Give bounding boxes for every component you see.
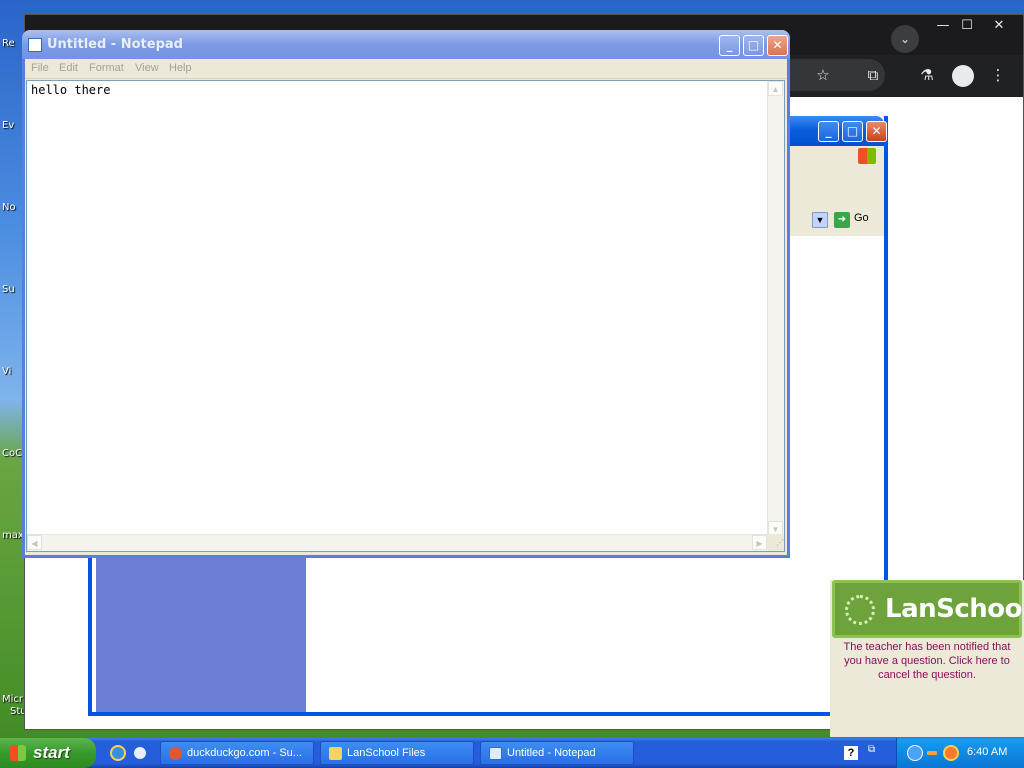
ie-maximize-icon[interactable]: □ bbox=[842, 121, 863, 142]
tab-search-icon[interactable]: ⌄ bbox=[891, 25, 919, 53]
desktop-icon-label[interactable]: Su bbox=[2, 284, 24, 295]
taskbar-item-label: Untitled - Notepad bbox=[507, 747, 596, 759]
profile-avatar-icon[interactable] bbox=[952, 65, 974, 87]
desktop-icon-label[interactable]: Ev bbox=[2, 120, 24, 131]
chrome-close-icon[interactable]: ✕ bbox=[983, 15, 1015, 39]
taskbar: start duckduckgo.com - Su... LanSchool F… bbox=[0, 738, 1024, 768]
lanschool-notification[interactable]: LanSchool The teacher has been notified … bbox=[830, 580, 1024, 737]
desktop-icon-label[interactable]: Vi bbox=[2, 366, 24, 377]
scroll-left-icon[interactable]: ◀ bbox=[27, 535, 42, 550]
clock[interactable]: 6:40 AM bbox=[967, 746, 1007, 758]
notepad-app-icon[interactable] bbox=[28, 38, 42, 52]
notepad-close-icon[interactable]: ✕ bbox=[767, 35, 788, 56]
desktop-icon-label[interactable]: No bbox=[2, 202, 24, 213]
ie-minimize-icon[interactable]: _ bbox=[818, 121, 839, 142]
folder-icon bbox=[329, 747, 342, 760]
notepad-title: Untitled - Notepad bbox=[47, 37, 183, 52]
taskbar-item-label: duckduckgo.com - Su... bbox=[187, 747, 302, 759]
windows-logo-icon bbox=[10, 745, 26, 761]
notepad-title-bar[interactable]: Untitled - Notepad bbox=[22, 30, 790, 59]
menu-format[interactable]: Format bbox=[89, 62, 124, 74]
lanschool-message[interactable]: The teacher has been notified that you h… bbox=[838, 640, 1016, 682]
notepad-window[interactable]: Untitled - Notepad _ □ ✕ File Edit Forma… bbox=[22, 30, 790, 558]
ie-task-pane bbox=[96, 556, 306, 712]
taskbar-item-lanschool-files[interactable]: LanSchool Files bbox=[320, 741, 474, 765]
extensions-icon[interactable]: ⧉ bbox=[861, 63, 885, 87]
lanschool-dots-icon bbox=[845, 595, 875, 625]
notepad-content[interactable]: hello there bbox=[31, 83, 110, 97]
chrome-menu-icon[interactable]: ⋮ bbox=[986, 63, 1010, 87]
lanschool-tray-icon[interactable] bbox=[943, 745, 959, 761]
menu-view[interactable]: View bbox=[135, 62, 159, 74]
notepad-text-area[interactable]: hello there ▲ ▼ ◀ ▶ ⋰ bbox=[26, 80, 785, 552]
scroll-up-icon[interactable]: ▲ bbox=[768, 81, 783, 96]
horizontal-scrollbar[interactable]: ◀ ▶ bbox=[27, 534, 767, 551]
taskbar-item-label: LanSchool Files bbox=[347, 747, 426, 759]
go-arrow-icon[interactable]: ➜ bbox=[834, 212, 850, 228]
notepad-menu-bar: File Edit Format View Help bbox=[25, 59, 787, 79]
start-button[interactable]: start bbox=[0, 738, 96, 768]
help-icon[interactable]: ? bbox=[844, 746, 858, 760]
desktop-icon-label[interactable]: max bbox=[2, 530, 24, 541]
go-button-label[interactable]: Go bbox=[854, 212, 869, 224]
vertical-scrollbar[interactable]: ▲ ▼ bbox=[767, 81, 784, 536]
desktop-icon-label[interactable]: Micr bbox=[2, 694, 24, 705]
duckduckgo-icon bbox=[169, 747, 182, 760]
quick-launch-icon[interactable] bbox=[132, 745, 148, 761]
labs-flask-icon[interactable]: ⚗ bbox=[915, 63, 939, 87]
taskbar-item-notepad[interactable]: Untitled - Notepad bbox=[480, 741, 634, 765]
lanschool-logo: LanSchool bbox=[832, 580, 1024, 638]
start-label: start bbox=[33, 743, 70, 762]
ie-close-icon[interactable]: ✕ bbox=[866, 121, 887, 142]
menu-help[interactable]: Help bbox=[169, 62, 192, 74]
desktop-icon-label[interactable]: CoC bbox=[2, 448, 24, 459]
scroll-right-icon[interactable]: ▶ bbox=[752, 535, 767, 550]
internet-explorer-icon[interactable] bbox=[110, 745, 126, 761]
menu-file[interactable]: File bbox=[31, 62, 49, 74]
notepad-maximize-icon[interactable]: □ bbox=[743, 35, 764, 56]
restore-icon[interactable]: ⧉ bbox=[868, 744, 875, 755]
network-tray-icon[interactable] bbox=[927, 751, 937, 755]
taskbar-item-duckduckgo[interactable]: duckduckgo.com - Su... bbox=[160, 741, 314, 765]
notepad-minimize-icon[interactable]: _ bbox=[719, 35, 740, 56]
desktop-icon-label[interactable]: Re bbox=[2, 38, 24, 49]
chrome-maximize-icon[interactable]: ☐ bbox=[951, 15, 983, 39]
windows-flag-icon bbox=[858, 148, 876, 164]
notepad-icon bbox=[489, 747, 502, 760]
lanschool-logo-text: LanSchool bbox=[885, 594, 1024, 624]
system-tray: 6:40 AM bbox=[896, 738, 1024, 768]
address-dropdown-icon[interactable]: ▼ bbox=[812, 212, 828, 228]
help-tray-icon[interactable] bbox=[907, 745, 923, 761]
resize-grip-icon[interactable]: ⋰ bbox=[767, 534, 784, 551]
menu-edit[interactable]: Edit bbox=[59, 62, 78, 74]
bookmark-star-icon[interactable]: ☆ bbox=[811, 63, 835, 87]
